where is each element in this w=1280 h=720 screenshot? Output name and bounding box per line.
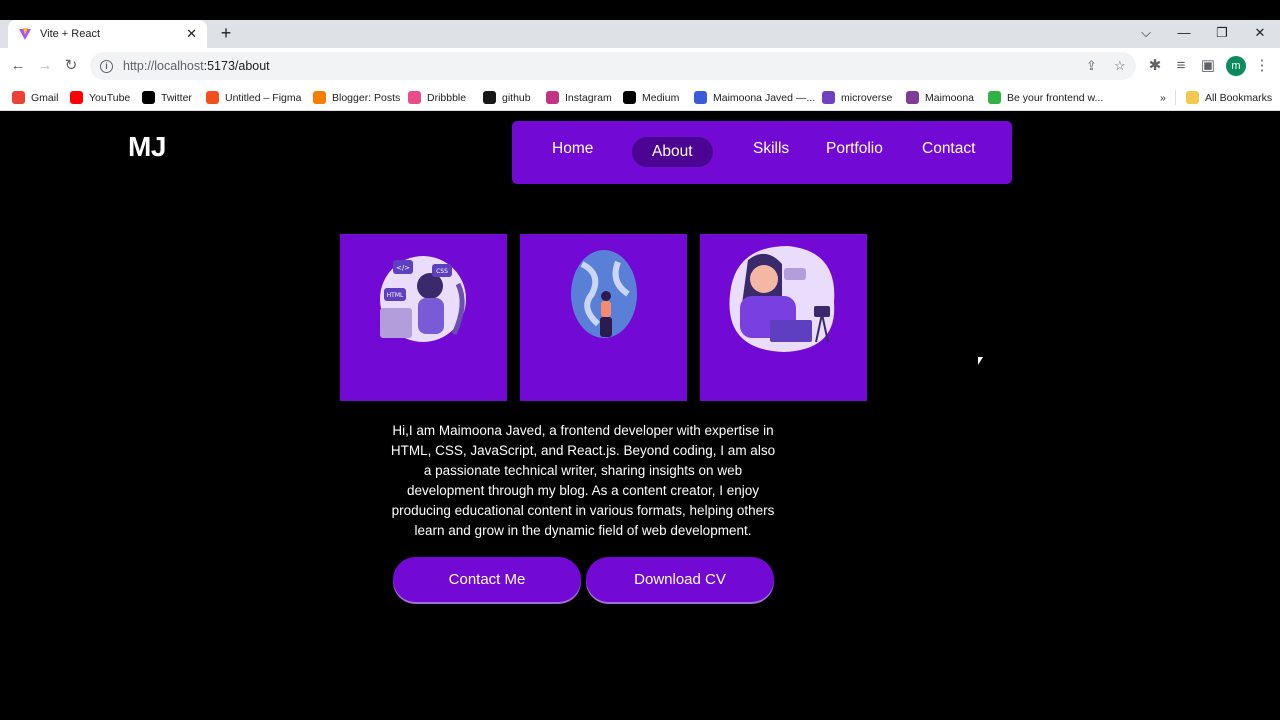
bookmarks-divider (1175, 90, 1176, 105)
about-text: Hi,I am Maimoona Javed, a frontend devel… (390, 423, 776, 538)
blogger-icon (313, 91, 326, 104)
reload-icon[interactable]: ↻ (58, 53, 84, 79)
x-icon (142, 91, 155, 104)
bookmark-8[interactable]: Medium (623, 89, 679, 106)
bookmark-11[interactable]: Maimoona (906, 89, 974, 106)
share-icon[interactable]: ⇪ (1086, 52, 1097, 80)
bookmark-7[interactable]: Instagram (546, 89, 612, 106)
all-bookmarks-label: All Bookmarks (1205, 91, 1273, 104)
bookmarks-bar: Gmail YouTube Twitter Untitled – Figma Blogg… (0, 84, 1280, 111)
instagram-icon (546, 91, 559, 104)
bookmark-4[interactable]: Blogger: Posts (313, 89, 400, 106)
contact-me-button[interactable]: Contact Me (393, 557, 581, 602)
hashnode-icon (988, 91, 1001, 104)
css-tag: CSS (436, 268, 448, 275)
figma-icon (206, 91, 219, 104)
bookmark-label: Medium (642, 91, 680, 104)
browser-tab[interactable]: Vite + React ✕ (8, 20, 207, 48)
address-bar[interactable]: i http://localhost:5173/about ⇪ ☆ (90, 52, 1136, 80)
bookmark-star-icon[interactable]: ☆ (1114, 52, 1126, 80)
site-info-icon[interactable]: i (100, 59, 113, 73)
nav-about[interactable]: About (632, 137, 713, 167)
globe-illustration-icon (571, 250, 637, 338)
illustration-card-globe (520, 234, 687, 401)
user-icon (906, 91, 919, 104)
bookmark-label: github (502, 91, 531, 104)
diamond-icon (694, 91, 707, 104)
bookmark-label: Twitter (161, 91, 192, 104)
youtube-icon (70, 91, 83, 104)
nav-skills[interactable]: Skills (753, 140, 789, 170)
coder-illustration-icon: </> CSS HTML (380, 256, 466, 342)
github-icon (483, 91, 496, 104)
content-creator-illustration-icon (729, 246, 835, 352)
bookmark-label: Be your frontend w... (1007, 91, 1104, 104)
bookmark-1[interactable]: YouTube (70, 89, 130, 106)
minimize-button[interactable]: — (1165, 20, 1203, 48)
vite-favicon-icon (19, 28, 31, 40)
close-tab-icon[interactable]: ✕ (186, 26, 197, 42)
download-cv-button[interactable]: Download CV (586, 557, 774, 602)
screen-top-band (0, 0, 1280, 20)
nav-portfolio[interactable]: Portfolio (826, 140, 883, 170)
browser-chrome: Vite + React ✕ + ⌵ — ❐ ✕ ← → ↻ i http://… (0, 20, 1280, 111)
bookmark-label: Untitled – Figma (225, 91, 302, 104)
menu-kebab-icon[interactable]: ⋮ (1249, 53, 1275, 79)
bookmark-label: YouTube (89, 91, 131, 104)
nav-contact[interactable]: Contact (922, 140, 975, 170)
illustration-card-coder: </> CSS HTML (340, 234, 507, 401)
bookmark-10[interactable]: microverse (822, 89, 892, 106)
mouse-cursor-icon (978, 357, 988, 365)
portfolio-page: MJ Home About Skills Portfolio Contact <… (0, 111, 1280, 720)
profile-avatar[interactable]: m (1226, 56, 1246, 76)
all-bookmarks[interactable]: All Bookmarks (1186, 89, 1272, 106)
code-tag: </> (396, 264, 410, 272)
bookmarks-overflow-icon[interactable]: » (1160, 89, 1166, 106)
main-nav: Home About Skills Portfolio Contact (512, 121, 1012, 184)
html-tag: HTML (387, 292, 404, 299)
bookmark-2[interactable]: Twitter (142, 89, 192, 106)
bookmark-label: Dribbble (427, 91, 467, 104)
medium-icon (623, 91, 636, 104)
bookmark-0[interactable]: Gmail (12, 89, 58, 106)
nav-home[interactable]: Home (552, 140, 593, 170)
side-panel-icon[interactable]: ▣ (1195, 53, 1221, 79)
new-tab-button[interactable]: + (216, 23, 236, 43)
back-icon[interactable]: ← (5, 53, 31, 79)
url-path: :5173/about (203, 59, 270, 73)
folder-icon (1186, 91, 1199, 104)
bookmark-label: Blogger: Posts (332, 91, 401, 104)
bookmark-label: Maimoona (925, 91, 975, 104)
tab-strip: Vite + React ✕ + ⌵ — ❐ ✕ (0, 20, 1280, 48)
browser-toolbar: ← → ↻ i http://localhost:5173/about ⇪ ☆ … (0, 48, 1280, 84)
gmail-icon (12, 91, 25, 104)
restore-button[interactable]: ❐ (1203, 20, 1241, 48)
bookmark-label: Instagram (565, 91, 612, 104)
url-host: http://localhost (123, 59, 204, 73)
bookmark-label: Gmail (31, 91, 59, 104)
tab-search-icon[interactable]: ⌵ (1127, 20, 1165, 48)
close-window-button[interactable]: ✕ (1241, 20, 1279, 48)
bookmark-label: microverse (841, 91, 893, 104)
tab-title: Vite + React (40, 28, 101, 40)
illustration-card-creator (700, 234, 867, 401)
bookmark-5[interactable]: Dribbble (408, 89, 466, 106)
microverse-icon (822, 91, 835, 104)
bookmark-12[interactable]: Be your frontend w... (988, 89, 1103, 106)
bookmark-9[interactable]: Maimoona Javed —... (694, 89, 815, 106)
site-logo[interactable]: MJ (128, 131, 166, 163)
dribbble-icon (408, 91, 421, 104)
forward-icon[interactable]: → (32, 53, 58, 79)
extensions-icon[interactable]: ✱ (1142, 53, 1168, 79)
bookmark-label: Maimoona Javed —... (713, 91, 816, 104)
bookmark-6[interactable]: github (483, 89, 531, 106)
reading-list-icon[interactable]: ≡ (1168, 53, 1194, 79)
bookmark-3[interactable]: Untitled – Figma (206, 89, 301, 106)
